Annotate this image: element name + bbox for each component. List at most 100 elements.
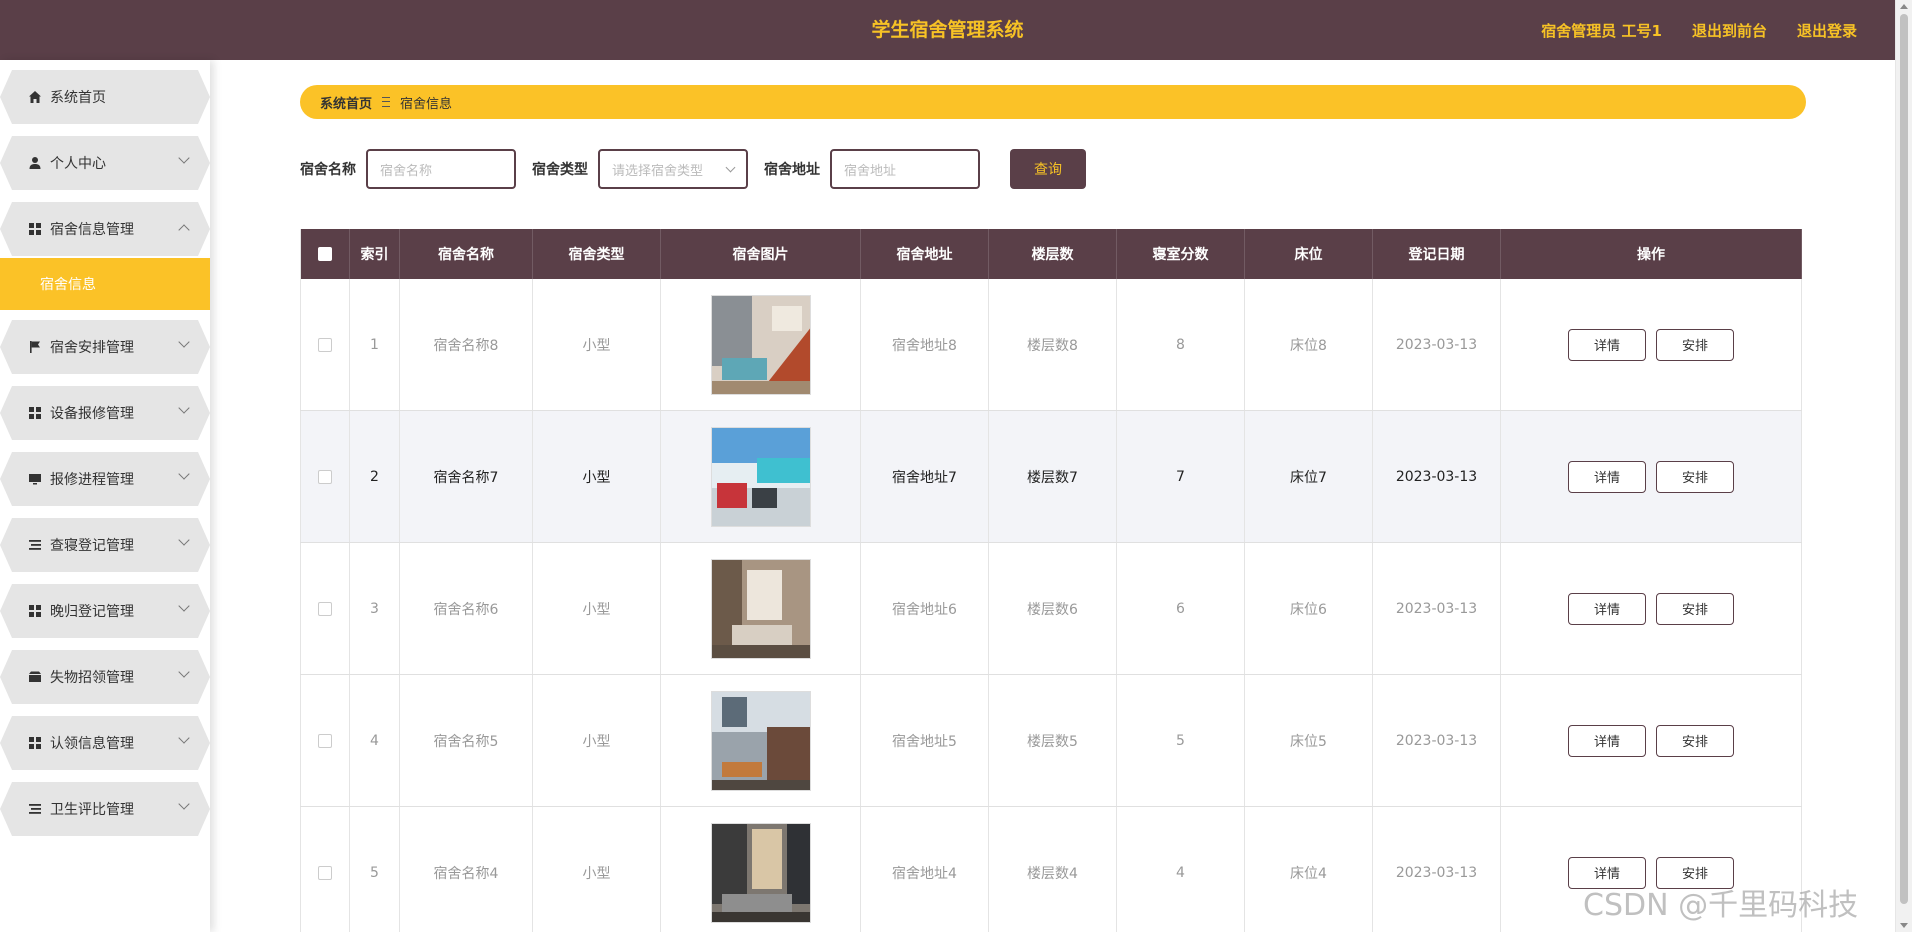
scroll-thumb[interactable] (1900, 14, 1908, 904)
row-checkbox[interactable] (318, 337, 332, 352)
table-row: 2 宿舍名称7 小型 宿舍地址7 楼层数7 7 床位7 2023-03-13 详… (300, 411, 1802, 543)
grid-icon (27, 405, 43, 421)
dorm-name-placeholder: 宿舍名称 (380, 163, 433, 179)
breadcrumb: 系统首页 宿舍信息 (300, 85, 1806, 119)
sidebar-item-label: 系统首页 (50, 90, 106, 106)
current-user-label: 宿舍管理员 工号1 (1541, 21, 1662, 40)
chevron-down-icon (178, 798, 189, 809)
sidebar-item-label: 查寝登记管理 (50, 538, 134, 554)
header-bed: 床位 (1245, 229, 1373, 279)
sidebar: 系统首页 个人中心 宿舍信息管理 宿舍信息 宿舍安排管理 设备报修管理 报修进程… (0, 60, 210, 932)
logout-link[interactable]: 退出登录 (1797, 20, 1857, 41)
sidebar-item-repair[interactable]: 设备报修管理 (0, 386, 210, 440)
breadcrumb-home[interactable]: 系统首页 (320, 93, 372, 112)
scroll-down-icon[interactable] (1900, 923, 1908, 928)
cell-floors: 楼层数7 (989, 411, 1117, 542)
select-all-checkbox[interactable] (318, 247, 332, 261)
top-bar: 学生宿舍管理系统 宿舍管理员 工号1 退出到前台 退出登录 (0, 0, 1895, 60)
sidebar-item-home[interactable]: 系统首页 (0, 70, 210, 124)
cell-index: 1 (350, 279, 400, 410)
row-select-cell (300, 543, 350, 674)
top-links: 宿舍管理员 工号1 退出到前台 退出登录 (1541, 0, 1857, 60)
sidebar-item-label: 晚归登记管理 (50, 604, 134, 620)
chevron-down-icon (725, 162, 736, 173)
dorm-name-input[interactable]: 宿舍名称 (366, 149, 516, 189)
sidebar-item-label: 设备报修管理 (50, 406, 134, 422)
dorm-table: 索引 宿舍名称 宿舍类型 宿舍图片 宿舍地址 楼层数 寝室分数 床位 登记日期 … (300, 229, 1802, 932)
dorm-photo[interactable] (710, 690, 811, 791)
vertical-scrollbar[interactable] (1895, 0, 1912, 932)
cell-type: 小型 (533, 807, 661, 932)
cell-score: 8 (1117, 279, 1245, 410)
dorm-photo[interactable] (710, 426, 811, 527)
scroll-up-icon[interactable] (1900, 4, 1908, 9)
detail-button[interactable]: 详情 (1568, 724, 1646, 757)
cell-type: 小型 (533, 411, 661, 542)
cell-date: 2023-03-13 (1373, 807, 1501, 932)
cell-score: 5 (1117, 675, 1245, 806)
cell-actions: 详情 安排 (1501, 543, 1802, 674)
cell-index: 2 (350, 411, 400, 542)
dorm-photo[interactable] (710, 822, 811, 923)
cell-image (661, 675, 861, 806)
table-row: 5 宿舍名称4 小型 宿舍地址4 楼层数4 4 床位4 2023-03-13 详… (300, 807, 1802, 932)
sidebar-item-repair-progress[interactable]: 报修进程管理 (0, 452, 210, 506)
cell-floors: 楼层数8 (989, 279, 1117, 410)
arrange-button[interactable]: 安排 (1656, 592, 1734, 625)
sidebar-item-dorm-arrange[interactable]: 宿舍安排管理 (0, 320, 210, 374)
chevron-down-icon (178, 468, 189, 479)
home-icon (27, 89, 43, 105)
sidebar-item-label: 认领信息管理 (50, 736, 134, 752)
submenu-item-label: 宿舍信息 (40, 277, 96, 293)
row-checkbox[interactable] (318, 469, 332, 484)
sidebar-item-dorm-info[interactable]: 宿舍信息管理 (0, 202, 210, 256)
cell-bed: 床位5 (1245, 675, 1373, 806)
watermark: CSDN @千里码科技 (1583, 888, 1859, 923)
sidebar-item-personal[interactable]: 个人中心 (0, 136, 210, 190)
sidebar-item-hygiene[interactable]: 卫生评比管理 (0, 782, 210, 836)
cell-name: 宿舍名称6 (400, 543, 533, 674)
sidebar-item-label: 失物招领管理 (50, 670, 134, 686)
cell-name: 宿舍名称5 (400, 675, 533, 806)
dorm-type-select[interactable]: 请选择宿舍类型 (598, 149, 748, 189)
sidebar-item-claim[interactable]: 认领信息管理 (0, 716, 210, 770)
cell-image (661, 543, 861, 674)
table-row: 4 宿舍名称5 小型 宿舍地址5 楼层数5 5 床位5 2023-03-13 详… (300, 675, 1802, 807)
header-name: 宿舍名称 (400, 229, 533, 279)
row-checkbox[interactable] (318, 865, 332, 880)
user-icon (27, 155, 43, 171)
cell-date: 2023-03-13 (1373, 675, 1501, 806)
chevron-down-icon (178, 666, 189, 677)
detail-button[interactable]: 详情 (1568, 592, 1646, 625)
arrange-button[interactable]: 安排 (1656, 460, 1734, 493)
dorm-type-label: 宿舍类型 (532, 162, 588, 178)
query-button[interactable]: 查询 (1010, 149, 1086, 189)
cell-bed: 床位8 (1245, 279, 1373, 410)
sidebar-item-inspection[interactable]: 查寝登记管理 (0, 518, 210, 572)
row-checkbox[interactable] (318, 601, 332, 616)
detail-button[interactable]: 详情 (1568, 328, 1646, 361)
cell-floors: 楼层数4 (989, 807, 1117, 932)
exit-to-front-link[interactable]: 退出到前台 (1692, 20, 1767, 41)
cell-address: 宿舍地址8 (861, 279, 989, 410)
arrange-button[interactable]: 安排 (1656, 724, 1734, 757)
cell-name: 宿舍名称4 (400, 807, 533, 932)
sidebar-item-late-return[interactable]: 晚归登记管理 (0, 584, 210, 638)
cell-date: 2023-03-13 (1373, 279, 1501, 410)
chevron-down-icon (178, 600, 189, 611)
dorm-photo[interactable] (710, 558, 811, 659)
sidebar-item-lost-found[interactable]: 失物招领管理 (0, 650, 210, 704)
detail-button[interactable]: 详情 (1568, 460, 1646, 493)
cell-address: 宿舍地址4 (861, 807, 989, 932)
sidebar-item-label: 卫生评比管理 (50, 802, 134, 818)
row-checkbox[interactable] (318, 733, 332, 748)
header-index: 索引 (350, 229, 400, 279)
cell-address: 宿舍地址6 (861, 543, 989, 674)
box-icon (27, 669, 43, 685)
submenu-item-dorm-info[interactable]: 宿舍信息 (0, 258, 210, 310)
dorm-photo[interactable] (710, 294, 811, 395)
cell-type: 小型 (533, 675, 661, 806)
arrange-button[interactable]: 安排 (1656, 328, 1734, 361)
list-icon (27, 537, 43, 553)
dorm-address-input[interactable]: 宿舍地址 (830, 149, 980, 189)
